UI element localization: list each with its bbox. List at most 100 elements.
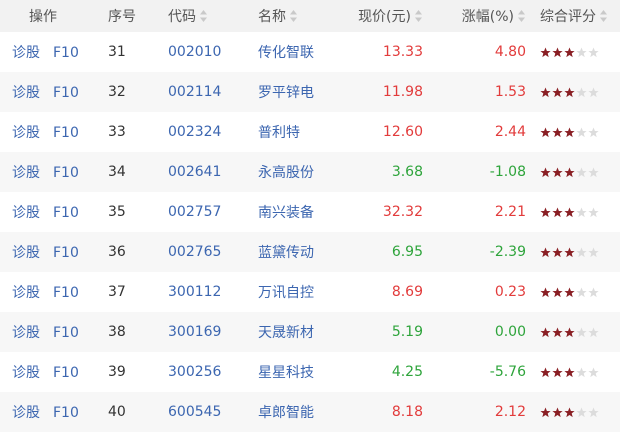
diagnose-link[interactable]: 诊股 <box>12 325 40 341</box>
star-filled-icon <box>540 207 551 218</box>
name-cell: 星星科技 <box>248 352 343 392</box>
diagnose-link[interactable]: 诊股 <box>12 125 40 141</box>
stock-name-link[interactable]: 永高股份 <box>258 165 314 181</box>
star-rating <box>540 367 600 378</box>
price-cell: 8.18 <box>391 404 423 420</box>
star-filled-icon <box>552 167 563 178</box>
header-name-label: 名称 <box>258 9 286 25</box>
name-cell: 普利特 <box>248 112 343 152</box>
star-filled-icon <box>564 247 575 258</box>
table-row: 诊股 F10 35 002757 南兴装备 32.32 2.21 <box>0 192 620 232</box>
sort-arrows-icon[interactable] <box>517 9 526 23</box>
stock-code-link[interactable]: 002641 <box>168 164 221 180</box>
diagnose-link[interactable]: 诊股 <box>12 285 40 301</box>
stock-name-link[interactable]: 卓郎智能 <box>258 405 314 421</box>
stock-code-link[interactable]: 002765 <box>168 244 221 260</box>
diagnose-link[interactable]: 诊股 <box>12 405 40 421</box>
header-row: 操作 序号 代码 名称 现价(元) 涨幅(%) 综合评分 <box>0 0 620 32</box>
f10-link[interactable]: F10 <box>53 365 79 381</box>
star-empty-icon <box>576 127 587 138</box>
stock-code-link[interactable]: 300112 <box>168 284 221 300</box>
price-cell: 8.69 <box>391 284 423 300</box>
star-empty-icon <box>588 127 599 138</box>
f10-link[interactable]: F10 <box>53 285 79 301</box>
star-rating <box>540 287 600 298</box>
diagnose-link[interactable]: 诊股 <box>12 365 40 381</box>
price-cell: 3.68 <box>391 164 423 180</box>
stock-name-link[interactable]: 万讯自控 <box>258 285 314 301</box>
f10-link[interactable]: F10 <box>53 405 79 421</box>
stock-name-link[interactable]: 星星科技 <box>258 365 314 381</box>
star-empty-icon <box>576 287 587 298</box>
star-rating <box>540 127 600 138</box>
diagnose-link[interactable]: 诊股 <box>12 45 40 61</box>
diagnose-link[interactable]: 诊股 <box>12 205 40 221</box>
table-row: 诊股 F10 32 002114 罗平锌电 11.98 1.53 <box>0 72 620 112</box>
sort-arrows-icon[interactable] <box>289 9 298 23</box>
ops-cell: 诊股 F10 <box>0 312 98 352</box>
header-name-sortable[interactable]: 名称 <box>248 0 343 32</box>
f10-link[interactable]: F10 <box>53 85 79 101</box>
stock-name-link[interactable]: 罗平锌电 <box>258 85 314 101</box>
f10-link[interactable]: F10 <box>53 325 79 341</box>
change-cell: -1.08 <box>489 164 526 180</box>
star-filled-icon <box>540 367 551 378</box>
star-filled-icon <box>564 167 575 178</box>
stock-name-link[interactable]: 南兴装备 <box>258 205 314 221</box>
stock-code-link[interactable]: 002324 <box>168 124 221 140</box>
header-price-label: 现价(元) <box>358 9 411 25</box>
stock-code-link[interactable]: 002757 <box>168 204 221 220</box>
stock-code-link[interactable]: 002114 <box>168 84 221 100</box>
stock-name-link[interactable]: 普利特 <box>258 125 300 141</box>
header-price-sortable[interactable]: 现价(元) <box>343 0 423 32</box>
stock-name-link[interactable]: 蓝黛传动 <box>258 245 314 261</box>
ops-cell: 诊股 F10 <box>0 392 98 432</box>
f10-link[interactable]: F10 <box>53 125 79 141</box>
stock-code-link[interactable]: 002010 <box>168 44 221 60</box>
rating-cell <box>526 392 620 432</box>
code-cell: 002010 <box>158 32 248 72</box>
header-rating-sortable[interactable]: 综合评分 <box>526 0 620 32</box>
price-cell: 32.32 <box>382 204 423 220</box>
f10-link[interactable]: F10 <box>53 245 79 261</box>
code-cell: 300169 <box>158 312 248 352</box>
name-cell: 传化智联 <box>248 32 343 72</box>
stock-name-link[interactable]: 传化智联 <box>258 45 314 61</box>
star-filled-icon <box>540 407 551 418</box>
header-code-sortable[interactable]: 代码 <box>158 0 248 32</box>
f10-link[interactable]: F10 <box>53 165 79 181</box>
code-cell: 002114 <box>158 72 248 112</box>
f10-link[interactable]: F10 <box>53 205 79 221</box>
ops-cell: 诊股 F10 <box>0 152 98 192</box>
change-cell: 2.21 <box>494 204 526 220</box>
header-rating-label: 综合评分 <box>540 9 596 25</box>
code-cell: 300256 <box>158 352 248 392</box>
star-filled-icon <box>564 407 575 418</box>
price-cell: 13.33 <box>382 44 423 60</box>
stock-table: 操作 序号 代码 名称 现价(元) 涨幅(%) 综合评分 诊股 F10 31 0… <box>0 0 620 432</box>
sort-arrows-icon[interactable] <box>414 9 423 23</box>
table-body: 诊股 F10 31 002010 传化智联 13.33 4.80 诊股 F10 32… <box>0 32 620 432</box>
stock-code-link[interactable]: 300256 <box>168 364 221 380</box>
header-ops: 操作 <box>29 9 57 25</box>
rating-cell <box>526 32 620 72</box>
star-empty-icon <box>588 287 599 298</box>
price-cell: 6.95 <box>391 244 423 260</box>
price-cell: 12.60 <box>382 124 423 140</box>
sort-arrows-icon[interactable] <box>599 9 608 23</box>
stock-name-link[interactable]: 天晟新材 <box>258 325 314 341</box>
f10-link[interactable]: F10 <box>53 45 79 61</box>
stock-code-link[interactable]: 300169 <box>168 324 221 340</box>
star-filled-icon <box>564 47 575 58</box>
stock-code-link[interactable]: 600545 <box>168 404 221 420</box>
header-code-label: 代码 <box>168 9 196 25</box>
diagnose-link[interactable]: 诊股 <box>12 85 40 101</box>
seq-cell: 33 <box>108 124 126 140</box>
star-filled-icon <box>552 127 563 138</box>
rating-cell <box>526 192 620 232</box>
sort-arrows-icon[interactable] <box>199 9 208 23</box>
diagnose-link[interactable]: 诊股 <box>12 165 40 181</box>
rating-cell <box>526 72 620 112</box>
header-change-sortable[interactable]: 涨幅(%) <box>423 0 526 32</box>
diagnose-link[interactable]: 诊股 <box>12 245 40 261</box>
